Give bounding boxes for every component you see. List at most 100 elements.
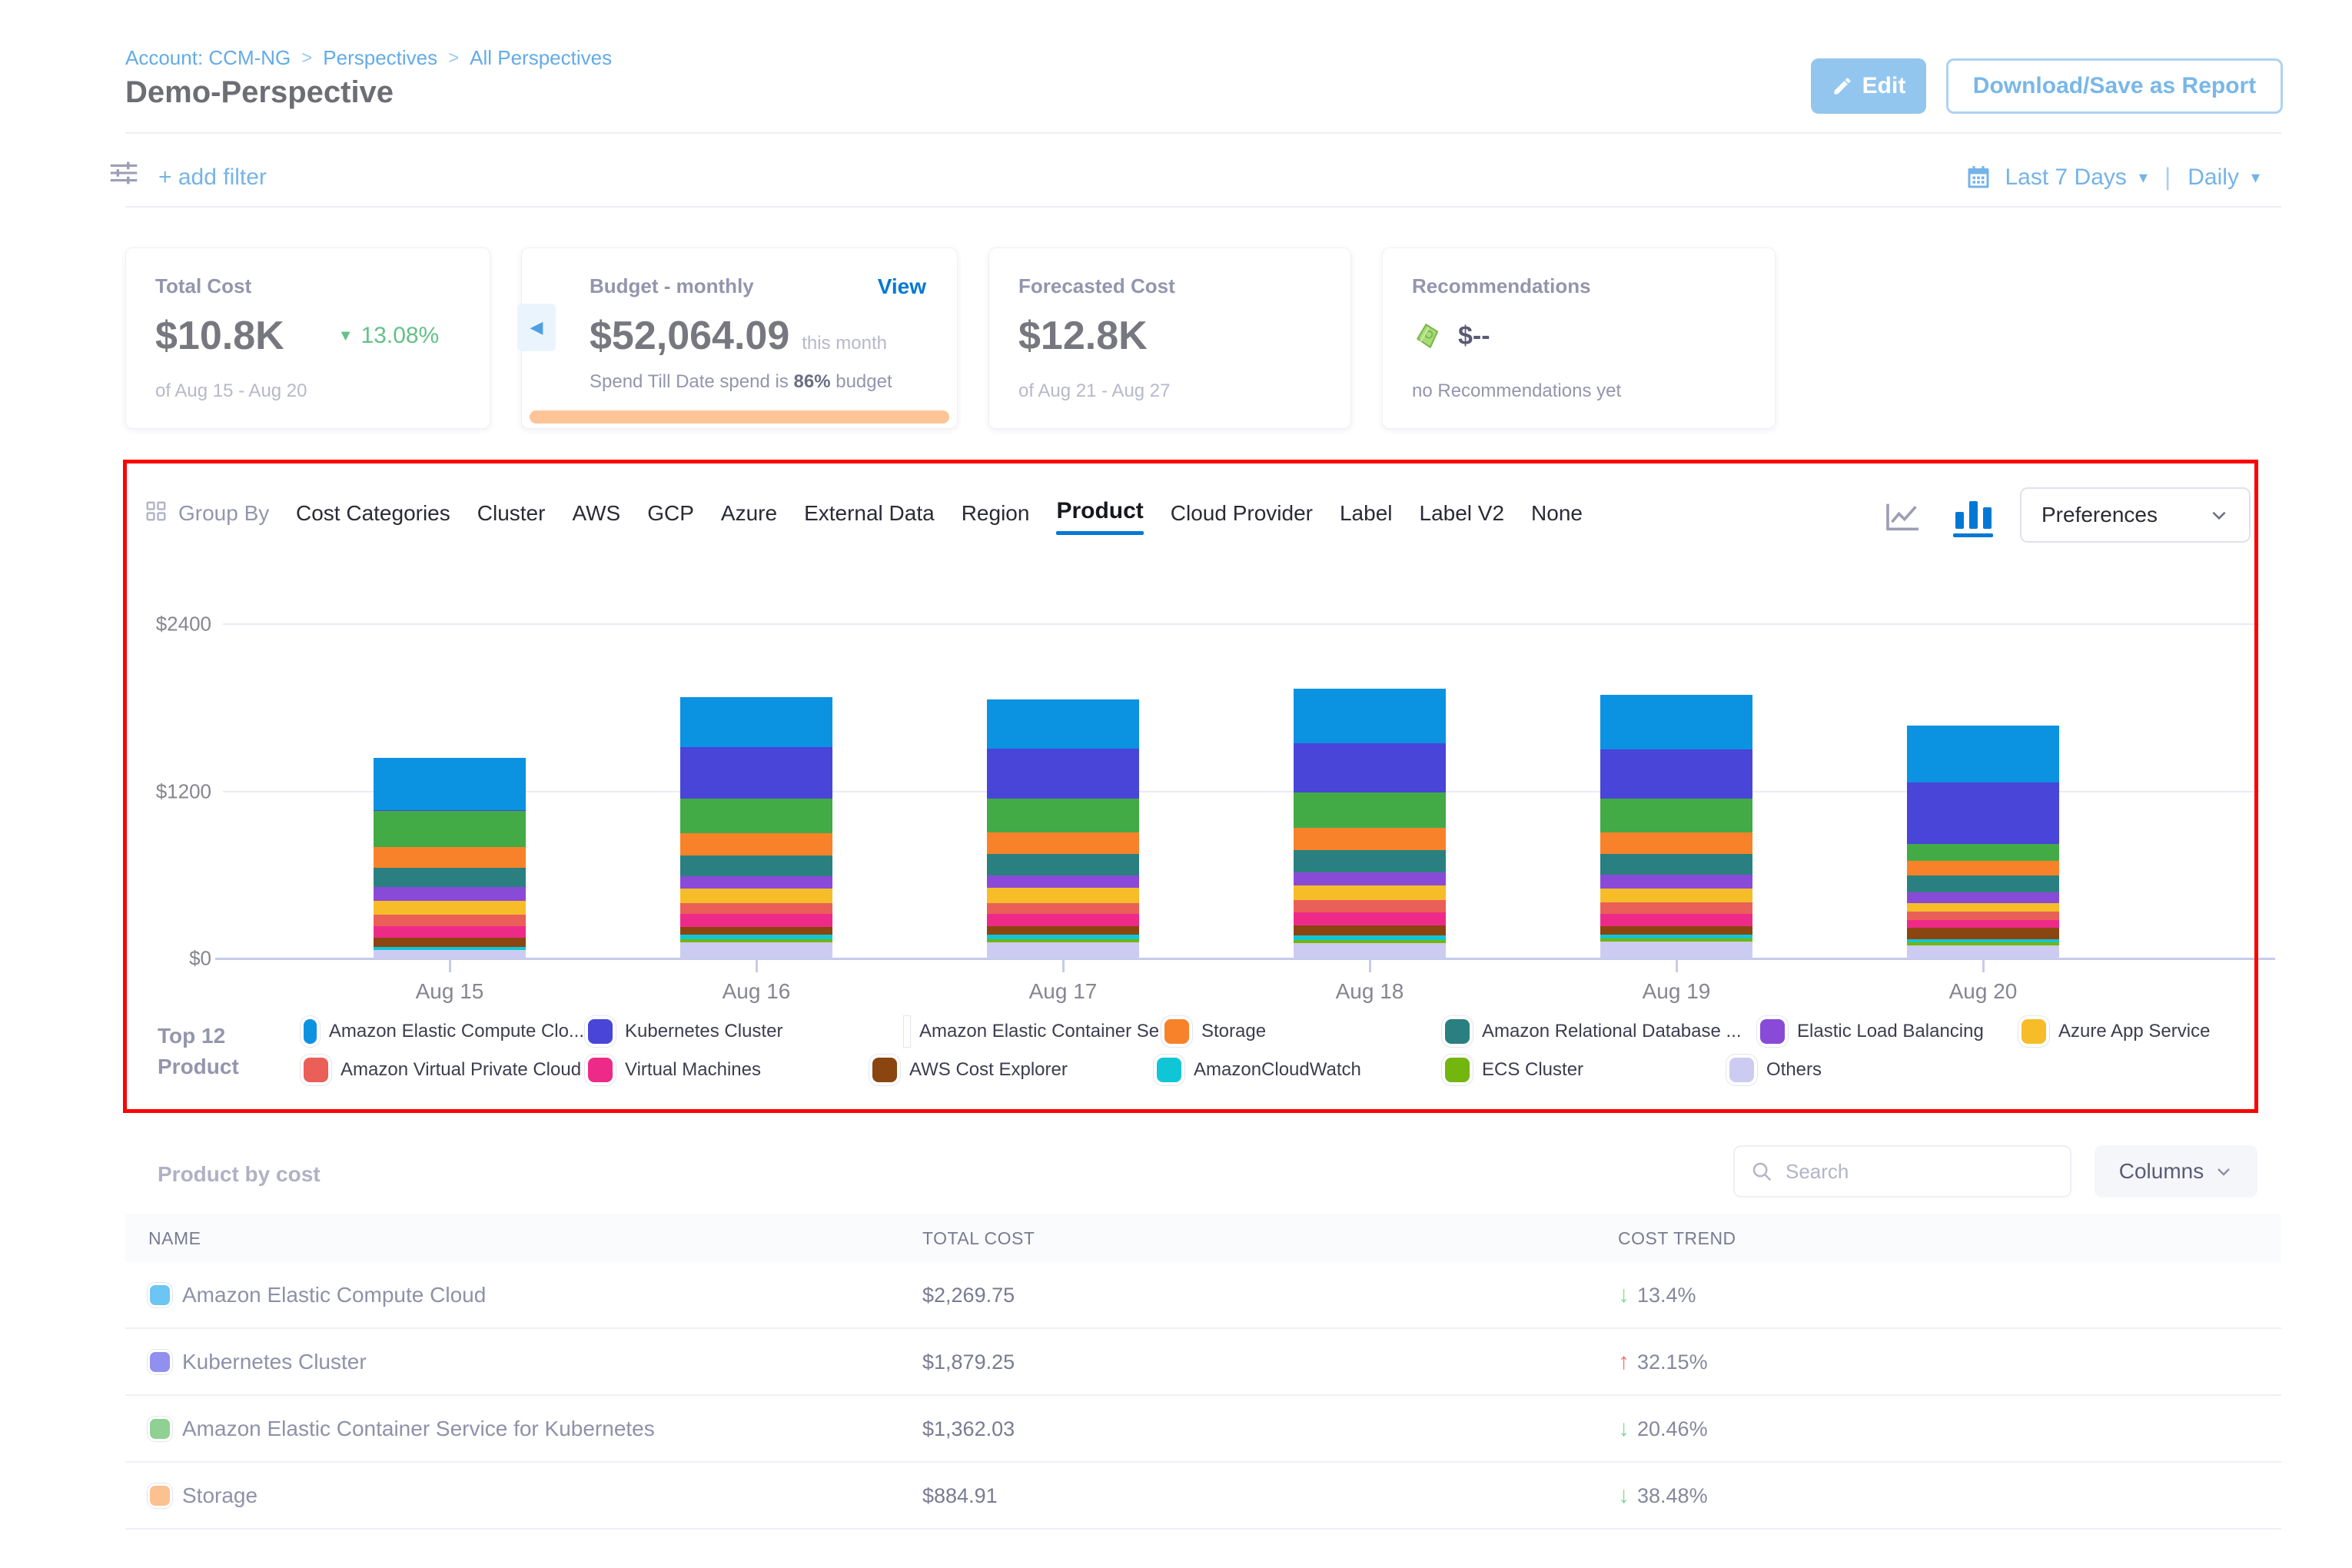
bar-segment[interactable] [680,903,832,914]
bar-segment[interactable] [1600,799,1752,832]
bar-segment[interactable] [1907,903,2059,912]
bar-segment[interactable] [987,699,1139,749]
bar-segment[interactable] [987,875,1139,888]
row-name[interactable]: Amazon Elastic Compute Cloud [182,1283,486,1307]
columns-dropdown-button[interactable]: Columns [2095,1145,2257,1198]
tab-label[interactable]: Label [1340,501,1393,537]
bar-segment[interactable] [374,901,526,915]
legend-item-azure-app-service[interactable]: Azure App Service [2018,1019,2210,1044]
add-filter-button[interactable]: + add filter [158,164,267,191]
row-name[interactable]: Amazon Elastic Container Service for Kub… [182,1417,655,1441]
tab-cloud-provider[interactable]: Cloud Provider [1171,501,1313,537]
bar-segment[interactable] [1294,689,1446,743]
bar-segment[interactable] [680,914,832,927]
bar-segment[interactable] [1600,832,1752,854]
breadcrumb-item[interactable]: Perspectives [323,46,437,70]
preferences-dropdown[interactable]: Preferences [2020,487,2251,543]
bar-segment[interactable] [987,903,1139,915]
bar-segment[interactable] [374,915,526,926]
date-range-caret-icon[interactable]: ▾ [2139,168,2148,188]
bar-segment[interactable] [374,758,526,810]
tab-region[interactable]: Region [962,501,1030,537]
filter-sliders-icon[interactable] [106,155,141,191]
bar-segment[interactable] [1294,828,1446,850]
bar-segment[interactable] [1294,872,1446,885]
bar-segment[interactable] [1294,925,1446,935]
bar-segment[interactable] [987,942,1139,958]
bar-segment[interactable] [987,832,1139,854]
bar-segment[interactable] [1907,861,2059,875]
tab-external-data[interactable]: External Data [804,501,935,537]
tab-product[interactable]: Product [1056,498,1143,535]
bar-segment[interactable] [1600,749,1752,799]
bar-aug-16[interactable] [680,697,832,958]
legend-item-others[interactable]: Others [1726,1058,1822,1082]
line-chart-toggle-icon[interactable] [1885,501,1922,532]
bar-segment[interactable] [680,876,832,889]
bar-segment[interactable] [374,938,526,947]
tab-none[interactable]: None [1531,501,1583,537]
bar-segment[interactable] [987,854,1139,875]
bar-segment[interactable] [680,799,832,833]
bar-segment[interactable] [680,697,832,747]
bar-segment[interactable] [1294,850,1446,872]
legend-item-virtual-machines[interactable]: Virtual Machines [584,1058,869,1082]
bar-segment[interactable] [1294,743,1446,792]
bar-segment[interactable] [1600,942,1752,958]
tab-label-v2[interactable]: Label V2 [1420,501,1505,537]
bar-aug-20[interactable] [1907,726,2059,958]
bar-segment[interactable] [987,888,1139,902]
legend-item-amazoncloudwatch[interactable]: AmazonCloudWatch [1153,1058,1441,1082]
bar-segment[interactable] [1907,912,2059,920]
tab-cost-categories[interactable]: Cost Categories [296,501,450,537]
budget-prev-arrow-button[interactable]: ◀ [517,304,556,351]
bar-segment[interactable] [680,747,832,798]
tab-gcp[interactable]: GCP [647,501,694,537]
bar-segment[interactable] [1600,854,1752,875]
bar-segment[interactable] [374,847,526,868]
bar-segment[interactable] [1600,926,1752,935]
bar-segment[interactable] [374,868,526,887]
bar-segment[interactable] [680,942,832,958]
bar-segment[interactable] [987,914,1139,926]
row-name[interactable]: Kubernetes Cluster [182,1350,367,1374]
bar-segment[interactable] [374,950,526,958]
bar-aug-19[interactable] [1600,695,1752,958]
bar-segment[interactable] [1600,875,1752,889]
bar-segment[interactable] [987,799,1139,832]
legend-item-aws-cost-explorer[interactable]: AWS Cost Explorer [869,1058,1153,1082]
bar-segment[interactable] [1907,920,2059,928]
bar-segment[interactable] [1907,726,2059,782]
bar-segment[interactable] [1907,892,2059,904]
bar-segment[interactable] [1294,792,1446,827]
bar-segment[interactable] [1294,912,1446,925]
tab-aws[interactable]: AWS [572,501,620,537]
download-save-report-button[interactable]: Download/Save as Report [1946,58,2283,114]
tab-cluster[interactable]: Cluster [477,501,546,537]
bar-segment[interactable] [680,927,832,935]
bar-segment[interactable] [1600,695,1752,750]
date-range-selector[interactable]: Last 7 Days [2005,164,2126,191]
legend-item-amazon-virtual-private-cloud[interactable]: Amazon Virtual Private Cloud [300,1058,584,1082]
edit-button[interactable]: Edit [1811,58,1926,114]
legend-item-ecs-cluster[interactable]: ECS Cluster [1441,1058,1726,1082]
bar-segment[interactable] [680,855,832,876]
legend-item-kubernetes-cluster[interactable]: Kubernetes Cluster [584,1019,903,1044]
bar-segment[interactable] [374,887,526,901]
granularity-caret-icon[interactable]: ▾ [2251,168,2260,188]
legend-item-elastic-load-balancing[interactable]: Elastic Load Balancing [1756,1019,2018,1044]
row-name[interactable]: Storage [182,1483,257,1508]
bar-segment[interactable] [987,749,1139,798]
breadcrumb-item[interactable]: Account: CCM-NG [125,46,291,70]
legend-item-amazon-elastic-compute-clo-[interactable]: Amazon Elastic Compute Clo... [300,1019,584,1044]
legend-item-amazon-relational-database-[interactable]: Amazon Relational Database ... [1441,1019,1756,1044]
bar-chart-toggle-icon[interactable] [1953,500,1993,537]
bar-segment[interactable] [1600,889,1752,902]
bar-segment[interactable] [1294,900,1446,912]
bar-segment[interactable] [680,833,832,855]
table-row[interactable]: Amazon Elastic Container Service for Kub… [125,1396,2281,1463]
bar-segment[interactable] [1907,945,2059,958]
bar-segment[interactable] [374,926,526,938]
table-row[interactable]: Storage$884.91↓38.48% [125,1463,2281,1530]
legend-item-storage[interactable]: Storage [1161,1019,1441,1044]
